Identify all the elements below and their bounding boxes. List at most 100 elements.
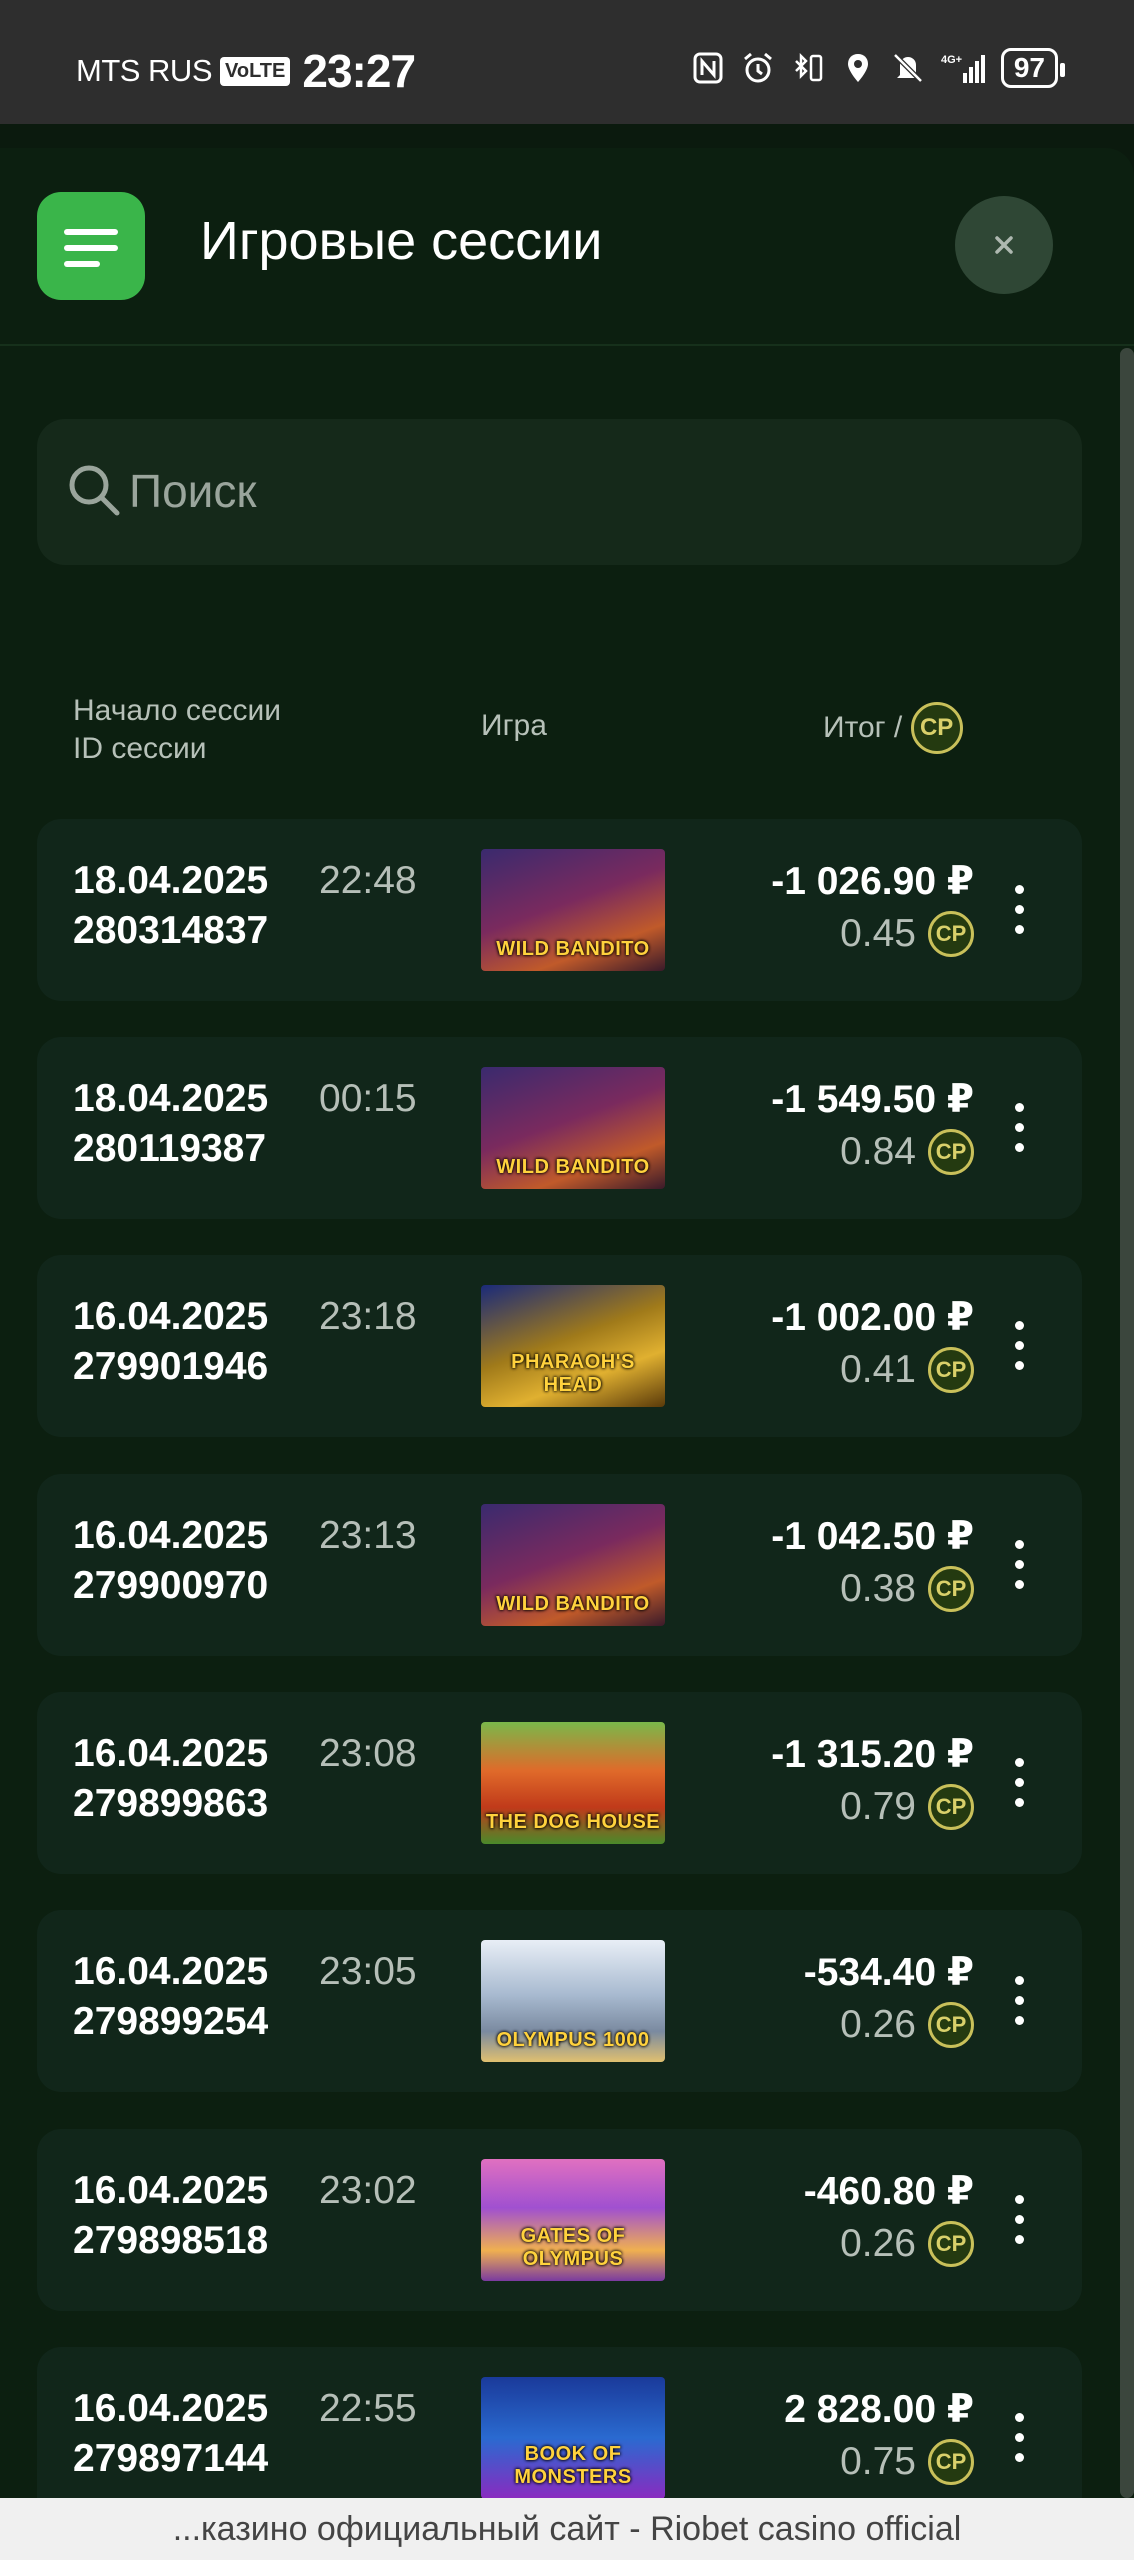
game-thumbnail[interactable]: WILD BANDITO: [481, 1067, 665, 1189]
cp-earned: 0.38 CP: [840, 1566, 974, 1612]
session-result: -1 315.20 ₽: [771, 1733, 974, 1776]
game-thumbnail[interactable]: OLYMPUS 1000: [481, 1940, 665, 2062]
session-id: 279899254: [73, 2000, 269, 2043]
game-thumbnail[interactable]: GATES OF OLYMPUS: [481, 2159, 665, 2281]
session-date: 16.04.2025: [73, 2169, 269, 2212]
session-row[interactable]: 18.04.2025 22:48 280314837 WILD BANDITO …: [37, 819, 1082, 1001]
session-time: 23:13: [319, 1514, 417, 1557]
game-title: THE DOG HOUSE: [485, 1811, 661, 1833]
game-thumbnail[interactable]: PHARAOH'S HEAD: [481, 1285, 665, 1407]
cp-coin-icon: CP: [910, 702, 963, 754]
session-time: 23:08: [319, 1732, 417, 1775]
cp-coin-icon: CP: [928, 2221, 974, 2267]
search-input[interactable]: [127, 455, 1031, 527]
game-title: WILD BANDITO: [496, 1593, 650, 1615]
cp-coin-icon: CP: [928, 911, 974, 957]
session-date: 16.04.2025: [73, 1950, 269, 1993]
session-result: -1 002.00 ₽: [771, 1296, 974, 1339]
session-time: 23:18: [319, 1295, 417, 1338]
column-header-total: Итог / CP: [823, 702, 963, 754]
session-row[interactable]: 16.04.2025 23:13 279900970 WILD BANDITO …: [37, 1474, 1082, 1656]
kebab-menu-icon[interactable]: [1015, 1321, 1025, 1371]
session-row[interactable]: 16.04.2025 23:02 279898518 GATES OF OLYM…: [37, 2129, 1082, 2311]
svg-text:4G+: 4G+: [941, 54, 962, 66]
status-bar: MTS RUS VoLTE 23:27 4G+ 97: [0, 0, 1134, 124]
session-id: 280314837: [73, 909, 269, 952]
session-time: 22:48: [319, 859, 417, 902]
nfc-icon: [693, 52, 723, 84]
kebab-menu-icon[interactable]: [1015, 885, 1025, 935]
game-thumbnail[interactable]: WILD BANDITO: [481, 1504, 665, 1626]
cp-value: 0.84: [840, 1130, 916, 1173]
session-id: 279900970: [73, 1564, 269, 1607]
session-result: -1 026.90 ₽: [771, 860, 974, 903]
game-thumbnail[interactable]: BOOK OF MONSTERS: [481, 2377, 665, 2499]
game-thumbnail[interactable]: THE DOG HOUSE: [481, 1722, 665, 1844]
kebab-menu-icon[interactable]: [1015, 2413, 1025, 2463]
session-date: 16.04.2025: [73, 1514, 269, 1557]
cp-coin-icon: CP: [928, 1129, 974, 1175]
column-header-game: Игра: [481, 709, 547, 742]
game-title: OLYMPUS 1000: [496, 2029, 650, 2051]
cp-earned: 0.41 CP: [840, 1347, 974, 1393]
session-date: 16.04.2025: [73, 2387, 269, 2430]
cp-earned: 0.84 CP: [840, 1129, 974, 1175]
page-title: Игровые сессии: [200, 211, 603, 271]
game-title: WILD BANDITO: [496, 1156, 650, 1178]
search-icon: [69, 465, 120, 516]
game-title: PHARAOH'S HEAD: [511, 1351, 635, 1396]
session-result: 2 828.00 ₽: [784, 2388, 974, 2431]
cp-coin-icon: CP: [928, 2002, 974, 2048]
cp-coin-icon: CP: [928, 2439, 974, 2485]
menu-button[interactable]: [37, 192, 145, 300]
cp-earned: 0.75 CP: [840, 2439, 974, 2485]
location-icon: [847, 54, 868, 82]
session-id: 279898518: [73, 2219, 269, 2262]
kebab-menu-icon[interactable]: [1015, 1758, 1025, 1808]
cp-earned: 0.26 CP: [840, 2221, 974, 2267]
bottom-banner[interactable]: ...казино официальный сайт - Riobet casi…: [0, 2498, 1134, 2560]
session-row[interactable]: 18.04.2025 00:15 280119387 WILD BANDITO …: [37, 1037, 1082, 1219]
kebab-menu-icon[interactable]: [1015, 2195, 1025, 2245]
game-title: GATES OF OLYMPUS: [520, 2225, 626, 2270]
cp-value: 0.41: [840, 1348, 916, 1391]
session-date: 16.04.2025: [73, 1295, 269, 1338]
session-result: -1 042.50 ₽: [771, 1515, 974, 1558]
session-id: 279901946: [73, 1345, 269, 1388]
session-row[interactable]: 16.04.2025 23:08 279899863 THE DOG HOUSE…: [37, 1692, 1082, 1874]
menu-icon: [64, 229, 118, 235]
kebab-menu-icon[interactable]: [1015, 1540, 1025, 1590]
close-button[interactable]: [955, 196, 1053, 294]
session-id: 279899863: [73, 1782, 269, 1825]
cp-value: 0.79: [840, 1785, 916, 1828]
cp-coin-icon: CP: [928, 1784, 974, 1830]
close-icon: [995, 236, 1013, 254]
session-row[interactable]: 16.04.2025 23:18 279901946 PHARAOH'S HEA…: [37, 1255, 1082, 1437]
session-time: 00:15: [319, 1077, 417, 1120]
volte-badge: VoLTE: [220, 56, 291, 86]
mute-icon: [893, 53, 923, 83]
status-time: 23:27: [302, 45, 416, 97]
cp-value: 0.26: [840, 2222, 916, 2265]
game-thumbnail[interactable]: WILD BANDITO: [481, 849, 665, 971]
kebab-menu-icon[interactable]: [1015, 1976, 1025, 2026]
search-box[interactable]: [37, 419, 1082, 565]
session-date: 18.04.2025: [73, 1077, 269, 1120]
signal-icon: 4G+: [941, 54, 985, 83]
session-time: 22:55: [319, 2387, 417, 2430]
session-row[interactable]: 16.04.2025 23:05 279899254 OLYMPUS 1000 …: [37, 1910, 1082, 2092]
bluetooth-battery-icon: [794, 52, 823, 82]
cp-value: 0.38: [840, 1567, 916, 1610]
session-id: 280119387: [73, 1127, 267, 1170]
kebab-menu-icon[interactable]: [1015, 1103, 1025, 1153]
session-time: 23:02: [319, 2169, 417, 2212]
session-result: -1 549.50 ₽: [771, 1078, 974, 1121]
cp-value: 0.45: [840, 912, 916, 955]
session-time: 23:05: [319, 1950, 417, 1993]
scrollbar[interactable]: [1120, 348, 1134, 2498]
cp-coin-icon: CP: [928, 1347, 974, 1393]
session-date: 16.04.2025: [73, 1732, 269, 1775]
cp-value: 0.75: [840, 2440, 916, 2483]
carrier-name: MTS RUS: [76, 53, 213, 88]
column-header-start: Начало сессии ID сессии: [73, 694, 282, 765]
